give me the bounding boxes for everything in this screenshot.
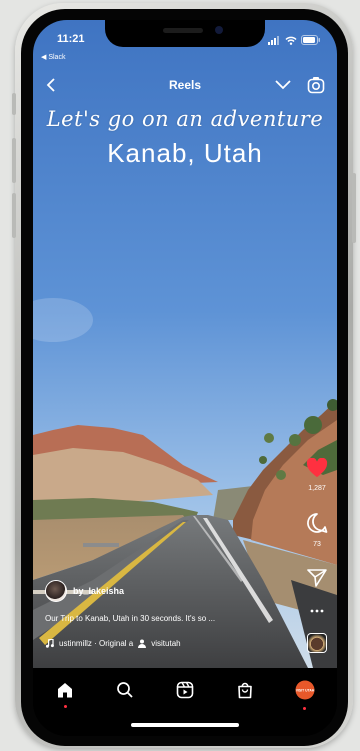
like-count: 1,287 — [308, 485, 326, 492]
comment-count: 73 — [313, 541, 321, 548]
overlay-script-text: Let's go on an adventure — [46, 107, 324, 131]
reels-icon — [176, 681, 194, 699]
page-title: Reels — [168, 78, 202, 92]
screen: 11:21 ◀ Slack Reels Let's go on an adven… — [33, 20, 337, 736]
avatar[interactable] — [45, 580, 67, 602]
like-button[interactable]: 1,287 — [303, 457, 331, 492]
search-icon — [117, 682, 133, 698]
volume-up-button — [12, 138, 16, 183]
bottom-tab-bar: VISIT UTAH — [33, 668, 337, 736]
speaker — [163, 28, 203, 33]
more-options-button[interactable] — [303, 601, 331, 619]
volume-down-button — [12, 193, 16, 238]
home-indicator — [131, 723, 239, 727]
camera-icon[interactable] — [307, 76, 325, 94]
share-button[interactable] — [303, 569, 331, 592]
music-note-icon — [45, 639, 54, 648]
comment-icon — [307, 513, 328, 533]
status-time: 11:21 — [57, 33, 85, 45]
power-button — [352, 173, 356, 243]
profile-notification-dot — [303, 707, 306, 710]
shopping-bag-icon — [238, 682, 252, 699]
audio-track[interactable]: ustinmillz · Original a — [59, 639, 133, 648]
home-icon — [58, 683, 72, 698]
tab-shop[interactable] — [233, 678, 257, 702]
tab-search[interactable] — [113, 678, 137, 702]
profile-avatar-text: VISIT UTAH — [296, 688, 315, 692]
audio-thumbnail[interactable] — [307, 633, 327, 653]
tab-reels[interactable] — [173, 678, 197, 702]
tab-home[interactable] — [53, 678, 77, 708]
heart-icon — [306, 457, 328, 478]
wifi-icon — [285, 36, 297, 45]
mute-switch — [12, 93, 16, 115]
profile-avatar: VISIT UTAH — [295, 680, 315, 700]
tagged-user[interactable]: visitutah — [151, 639, 180, 648]
comment-button[interactable]: 73 — [303, 512, 331, 548]
status-icons — [268, 35, 321, 45]
audio-info[interactable]: ustinmillz · Original a visitutah — [45, 639, 181, 648]
home-notification-dot — [64, 705, 67, 708]
more-icon — [310, 609, 324, 613]
post-author[interactable]: by_lakeisha — [45, 580, 124, 602]
notch — [105, 20, 265, 47]
chevron-down-icon[interactable] — [275, 79, 291, 91]
post-caption[interactable]: Our Trip to Kanab, Utah in 30 seconds. I… — [45, 614, 215, 623]
back-to-app-link[interactable]: ◀ Slack — [41, 53, 65, 61]
reels-header: Reels — [33, 76, 337, 96]
tab-profile[interactable]: VISIT UTAH — [293, 678, 317, 710]
signal-icon — [268, 35, 279, 45]
overlay-location-text: Kanab, Utah — [107, 138, 263, 168]
person-tag-icon — [138, 639, 147, 648]
battery-icon — [301, 35, 320, 45]
front-camera — [215, 26, 223, 34]
send-icon — [307, 569, 327, 587]
username[interactable]: by_lakeisha — [73, 586, 124, 596]
